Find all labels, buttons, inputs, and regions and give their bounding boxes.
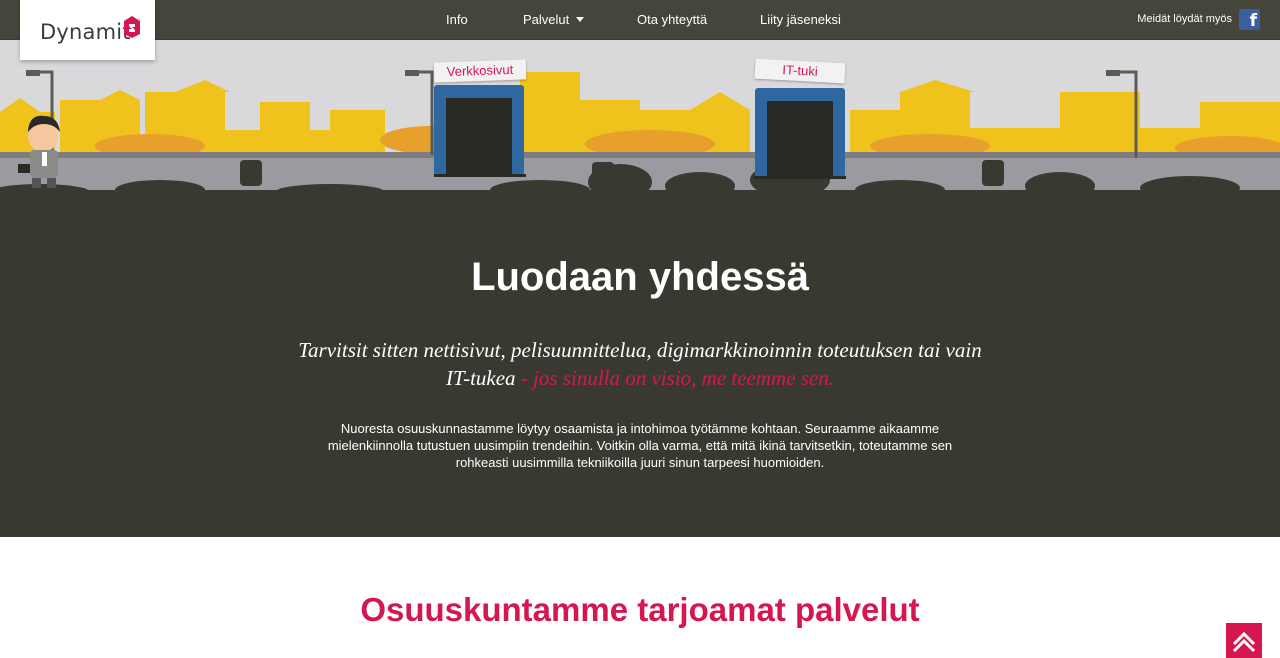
logo-text: Dynamit [40, 20, 131, 44]
nav-item-palvelut[interactable]: Palvelut [523, 12, 585, 27]
nav-item-liity-jaseneksi[interactable]: Liity jäseneksi [760, 12, 841, 27]
top-navigation: Info Palvelut Ota yhteyttä Liity jäsenek… [0, 0, 1280, 40]
sign-verkkosivut: Verkkosivut [433, 59, 527, 83]
sign-label: Verkkosivut [446, 61, 514, 80]
caret-down-icon [576, 17, 585, 22]
hero-lead: Tarvitsit sitten nettisivut, pelisuunnit… [290, 336, 990, 392]
nav-item-label: Ota yhteyttä [637, 12, 708, 27]
facebook-icon[interactable]: f [1239, 9, 1260, 30]
nav-item-ota-yhteytta[interactable]: Ota yhteyttä [637, 12, 707, 27]
page: Info Palvelut Ota yhteyttä Liity jäsenek… [0, 0, 1280, 658]
logo[interactable]: Dynamit [20, 0, 155, 60]
hero-body: Nuoresta osuuskunnastamme löytyy osaamis… [327, 421, 953, 470]
nav-item-label: Info [446, 12, 468, 27]
back-to-top-button[interactable] [1226, 623, 1262, 658]
nav-item-info[interactable]: Info [446, 12, 468, 27]
chevron-up-icon [1232, 631, 1256, 653]
hero-section: Verkkosivut IT-tuki Luodaan yhdessä Tarv… [0, 40, 1280, 537]
nav-item-label: Liity jäseneksi [760, 12, 841, 27]
nav-item-label: Palvelut [523, 12, 570, 27]
services-title: Osuuskuntamme tarjoamat palvelut [360, 591, 920, 628]
logo-mark-icon [124, 16, 140, 38]
sign-label: IT-tuki [781, 62, 819, 79]
social-label: Meidät löydät myös [1137, 13, 1232, 25]
hero-title: Luodaan yhdessä [471, 255, 809, 299]
hero-lead-accent: - jos sinulla on visio, me teemme sen. [515, 366, 835, 390]
city-illustration [0, 40, 1280, 240]
